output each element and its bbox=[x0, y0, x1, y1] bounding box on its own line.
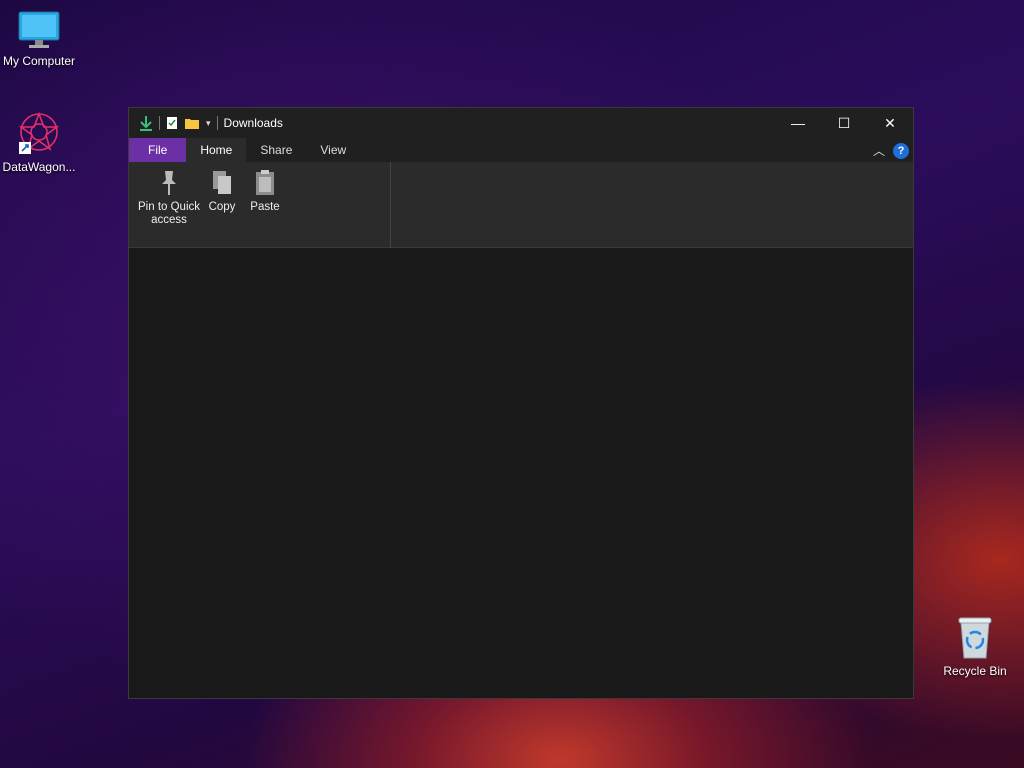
desktop-icon-label: DataWagon... bbox=[2, 160, 76, 174]
file-explorer-window: ▾ Downloads — ☐ ✕ File Home Share View ︿… bbox=[128, 107, 914, 699]
pin-icon bbox=[162, 171, 176, 195]
help-icon[interactable]: ? bbox=[893, 142, 909, 159]
desktop-icon-label: My Computer bbox=[2, 54, 76, 68]
minimize-button[interactable]: — bbox=[775, 108, 821, 138]
quick-access-toolbar: ▾ bbox=[139, 115, 218, 131]
maximize-button[interactable]: ☐ bbox=[821, 108, 867, 138]
desktop-icon-datawagon[interactable]: DataWagon... bbox=[0, 110, 81, 174]
ribbon-tabs: File Home Share View ︿ ? bbox=[129, 138, 913, 162]
ribbon: Pin to Quick access Copy Paste bbox=[129, 162, 913, 248]
desktop-icon-label: Recycle Bin bbox=[943, 664, 1007, 678]
title-bar[interactable]: ▾ Downloads — ☐ ✕ bbox=[129, 108, 913, 138]
pin-to-quick-access-button[interactable]: Pin to Quick access bbox=[135, 168, 203, 227]
tab-home[interactable]: Home bbox=[186, 138, 247, 162]
paste-icon bbox=[256, 170, 274, 195]
tab-file[interactable]: File bbox=[129, 138, 187, 162]
download-arrow-icon bbox=[140, 116, 152, 131]
clipboard-group: Pin to Quick access Copy Paste bbox=[129, 162, 391, 248]
desktop-icon-my-computer[interactable]: My Computer bbox=[0, 10, 81, 68]
window-title: Downloads bbox=[223, 116, 283, 130]
toolbar-separator bbox=[216, 116, 218, 130]
desktop-icon-recycle-bin[interactable]: Recycle Bin bbox=[933, 614, 1017, 678]
paste-button[interactable]: Paste bbox=[247, 168, 283, 214]
customize-qa-chevron-icon[interactable]: ▾ bbox=[206, 118, 211, 129]
copy-icon bbox=[213, 171, 231, 194]
tab-share[interactable]: Share bbox=[246, 138, 306, 162]
new-folder-qa-icon[interactable] bbox=[184, 117, 200, 130]
copy-button[interactable]: Copy bbox=[205, 168, 239, 214]
collapse-ribbon-chevron-icon[interactable]: ︿ bbox=[873, 142, 885, 159]
tab-view[interactable]: View bbox=[306, 138, 360, 162]
recycle-bin-icon bbox=[958, 617, 992, 659]
properties-qa-icon[interactable] bbox=[166, 116, 178, 130]
toolbar-separator bbox=[159, 116, 160, 130]
monitor-icon bbox=[18, 11, 60, 48]
datawagon-logo-icon bbox=[18, 111, 60, 154]
close-button[interactable]: ✕ bbox=[867, 108, 913, 138]
